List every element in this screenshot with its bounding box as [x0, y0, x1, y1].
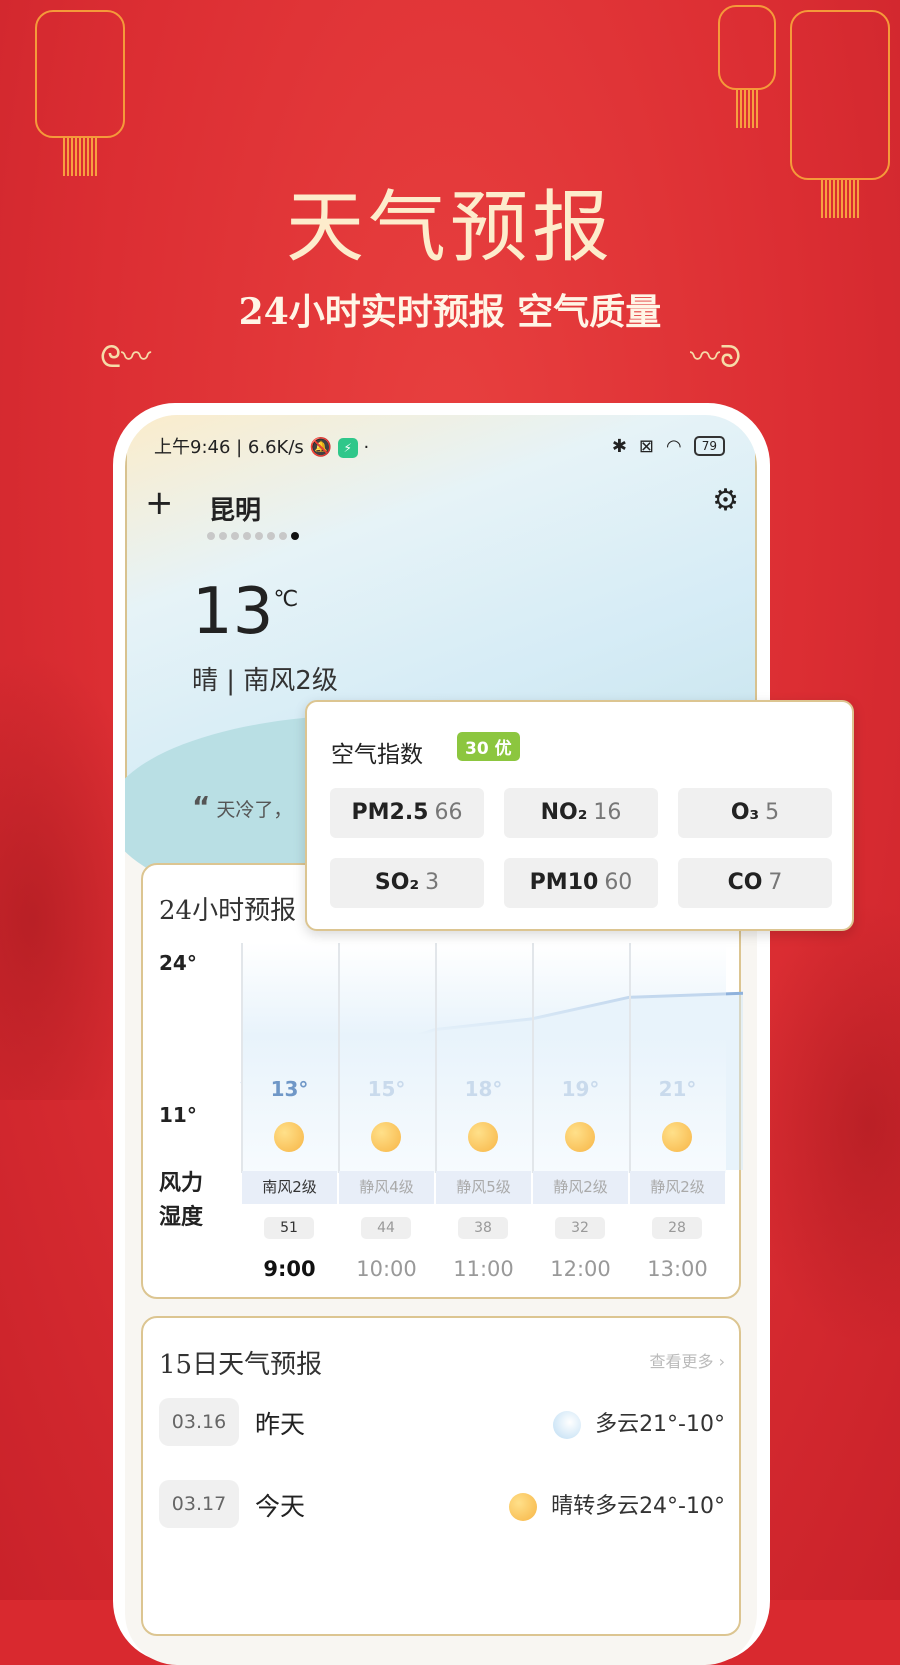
forecast-text: 多云21°-10° [595, 1412, 725, 1437]
pollutant-name: CO [727, 870, 763, 895]
lantern-icon [790, 10, 890, 218]
pollutant-name: PM2.5 [351, 800, 429, 825]
hero-subtitle: 24小时实时预报 空气质量 [238, 291, 662, 333]
quote-text: 天冷了， [216, 799, 293, 821]
pollutant-value: 16 [593, 800, 622, 825]
page-indicator [207, 532, 299, 540]
pollutant-pill: NO₂ 16 [504, 788, 658, 838]
wind-label: 风力 [159, 1171, 204, 1196]
wifi-icon: ◠ [666, 435, 682, 457]
forecast-date: 03.17 [159, 1480, 239, 1528]
hour-humidity: 28 [652, 1217, 702, 1239]
pollutant-value: 3 [425, 870, 440, 895]
settings-gear-icon[interactable]: ⚙ [712, 483, 739, 518]
lantern-icon [35, 10, 125, 176]
pollutant-value: 5 [765, 800, 780, 825]
y-min-label: 11° [159, 1103, 197, 1127]
hero-title: 天气预报 [285, 183, 614, 273]
city-name: 昆明 [209, 496, 262, 526]
pollutant-value: 66 [434, 800, 463, 825]
forecast-day: 今天 [255, 1492, 306, 1521]
sim-icon: ⊠ [638, 435, 654, 457]
air-title: 空气指数 [331, 742, 423, 768]
current-condition: 晴 | 南风2级 [192, 666, 338, 696]
forecast-row-summary[interactable]: 晴转多云24°-10° [509, 1488, 725, 1521]
battery-icon: 79 [693, 436, 725, 456]
daily-title: 15日天气预报 [159, 1350, 323, 1380]
pollutant-name: NO₂ [540, 800, 588, 825]
pollutant-pill: O₃ 5 [678, 788, 832, 838]
hour-temp: 13° [270, 1077, 309, 1101]
pollutant-value: 7 [768, 870, 783, 895]
hourly-title: 24小时预报 [159, 896, 297, 926]
hour-time: 11:00 [453, 1257, 514, 1281]
sun-icon [565, 1122, 595, 1152]
hour-wind: 静风5级 [436, 1171, 531, 1204]
shield-icon: ⚡ [337, 438, 358, 458]
forecast-day: 昨天 [255, 1410, 306, 1439]
status-time: 上午9:46 | 6.6K/s [154, 437, 304, 458]
page-dot[interactable] [219, 532, 227, 540]
temperature-value: 13 [192, 575, 274, 649]
hour-wind: 静风2级 [533, 1171, 628, 1204]
sun-icon [509, 1493, 538, 1521]
y-max-label: 24° [159, 951, 197, 975]
daily-forecast-card: 15日天气预报 查看更多 › 03.16 昨天 多云21°-10° 03.17 今天 晴转… [141, 1316, 741, 1636]
forecast-date: 03.16 [159, 1398, 239, 1446]
page-dot[interactable] [267, 532, 275, 540]
pollutant-name: SO₂ [374, 870, 420, 895]
hour-humidity: 32 [555, 1217, 605, 1239]
forecast-text: 晴转多云24°-10° [551, 1494, 725, 1519]
hour-humidity: 44 [361, 1217, 411, 1239]
pollutant-pill: CO 7 [678, 858, 832, 908]
pollutant-value: 60 [604, 870, 633, 895]
view-more-link[interactable]: 查看更多 › [650, 1348, 726, 1372]
temperature-unit: ℃ [273, 587, 299, 612]
hour-humidity: 51 [264, 1217, 314, 1239]
hour-wind: 静风2级 [630, 1171, 725, 1204]
page-dot[interactable] [231, 532, 239, 540]
forecast-row-summary[interactable]: 多云21°-10° [553, 1406, 725, 1439]
aqi-badge: 30 优 [457, 732, 520, 761]
hour-temp: 18° [464, 1077, 503, 1101]
page-dot[interactable] [243, 532, 251, 540]
page-dot[interactable] [291, 532, 299, 540]
current-temperature: 13℃ [192, 575, 298, 649]
hour-wind: 静风4级 [339, 1171, 434, 1204]
sun-icon [274, 1122, 304, 1152]
sun-icon [662, 1122, 692, 1152]
weather-quote: “天冷了， [192, 790, 292, 823]
cloud-scroll-icon: 〰︎ᘐ [690, 340, 742, 375]
page-dot[interactable] [207, 532, 215, 540]
page-dot[interactable] [279, 532, 287, 540]
bell-off-icon: 🔕 [309, 437, 332, 458]
humidity-label: 湿度 [159, 1205, 204, 1230]
hour-humidity: 38 [458, 1217, 508, 1239]
hour-temp: 19° [561, 1077, 600, 1101]
pollutant-pill: SO₂ 3 [330, 858, 484, 908]
hour-time: 13:00 [647, 1257, 708, 1281]
cloudy-icon [553, 1411, 582, 1439]
hour-temp: 15° [367, 1077, 406, 1101]
add-city-button[interactable]: + [145, 483, 174, 523]
sun-icon [468, 1122, 498, 1152]
hour-temp: 21° [658, 1077, 697, 1101]
pollutant-pill: PM2.5 66 [330, 788, 484, 838]
pollutant-pill: PM10 60 [504, 858, 658, 908]
hour-wind: 南风2级 [242, 1171, 337, 1204]
lantern-icon [718, 5, 776, 128]
cloud-scroll-icon: ᘓ〰︎ [100, 340, 152, 375]
bluetooth-icon: ✱ [611, 435, 627, 457]
status-bar: 上午9:46 | 6.6K/s 🔕 ⚡ · ✱ ⊠ ◠ 79 [154, 433, 725, 459]
quote-icon: “ [192, 790, 211, 823]
hour-time: 9:00 [263, 1257, 316, 1281]
hour-time: 10:00 [356, 1257, 417, 1281]
sun-icon [371, 1122, 401, 1152]
pollutant-name: O₃ [730, 800, 760, 825]
page-dot[interactable] [255, 532, 263, 540]
hour-time: 12:00 [550, 1257, 611, 1281]
air-quality-card: 空气指数 30 优 PM2.5 66 NO₂ 16 O₃ 5 SO₂ 3 PM10 60 CO 7 [305, 700, 854, 931]
status-dot: · [363, 437, 370, 458]
pollutant-name: PM10 [529, 870, 599, 895]
